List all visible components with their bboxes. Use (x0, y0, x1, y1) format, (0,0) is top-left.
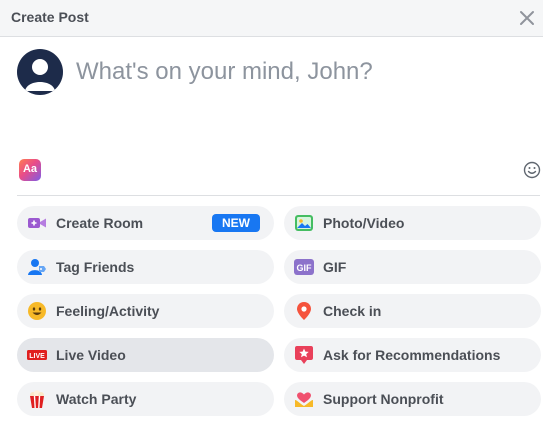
ask-for-recommendations-label: Ask for Recommendations (323, 347, 501, 363)
dialog-header: Create Post (0, 0, 543, 37)
tag-friends-label: Tag Friends (56, 259, 135, 275)
gif-icon: GIF (294, 257, 314, 277)
watch-party-label: Watch Party (56, 391, 137, 407)
heart-hands-icon (294, 389, 314, 409)
create-room-button[interactable]: Create Room NEW (17, 206, 274, 240)
feeling-activity-label: Feeling/Activity (56, 303, 160, 319)
create-room-label: Create Room (56, 215, 144, 231)
check-in-button[interactable]: Check in (284, 294, 541, 328)
video-camera-icon (27, 213, 47, 233)
photo-video-label: Photo/Video (323, 215, 405, 231)
tag-friends-button[interactable]: Tag Friends (17, 250, 274, 284)
live-video-button[interactable]: LIVE Live Video (17, 338, 274, 372)
support-nonprofit-label: Support Nonprofit (323, 391, 444, 407)
text-style-button[interactable]: Aa (19, 159, 41, 181)
dialog-title: Create Post (11, 9, 89, 25)
feeling-activity-button[interactable]: Feeling/Activity (17, 294, 274, 328)
composer-area: What's on your mind, John? (0, 37, 543, 159)
emoji-icon (523, 161, 541, 179)
live-video-label: Live Video (56, 347, 126, 363)
tag-friends-icon (27, 257, 47, 277)
ask-for-recommendations-button[interactable]: Ask for Recommendations (284, 338, 541, 372)
post-text-input[interactable]: What's on your mind, John? (76, 58, 373, 86)
new-badge: NEW (212, 214, 260, 232)
location-pin-icon (294, 301, 314, 321)
photo-video-button[interactable]: Photo/Video (284, 206, 541, 240)
emoji-button[interactable] (523, 161, 541, 179)
support-nonprofit-button[interactable]: Support Nonprofit (284, 382, 541, 416)
popcorn-icon (27, 389, 47, 409)
watch-party-button[interactable]: Watch Party (17, 382, 274, 416)
composer-toolbar: Aa (0, 159, 543, 189)
check-in-label: Check in (323, 303, 382, 319)
gif-button[interactable]: GIF GIF (284, 250, 541, 284)
photo-icon (294, 213, 314, 233)
svg-text:LIVE: LIVE (29, 353, 45, 360)
gif-label: GIF (323, 259, 347, 275)
user-silhouette-icon (25, 59, 55, 91)
close-icon (520, 11, 534, 25)
smiley-icon (27, 301, 47, 321)
close-button[interactable] (516, 7, 538, 29)
divider (17, 195, 540, 196)
recommendations-icon (294, 345, 314, 365)
svg-text:GIF: GIF (297, 263, 313, 273)
avatar (17, 49, 63, 95)
live-icon: LIVE (27, 345, 47, 365)
text-style-label: Aa (22, 163, 38, 175)
